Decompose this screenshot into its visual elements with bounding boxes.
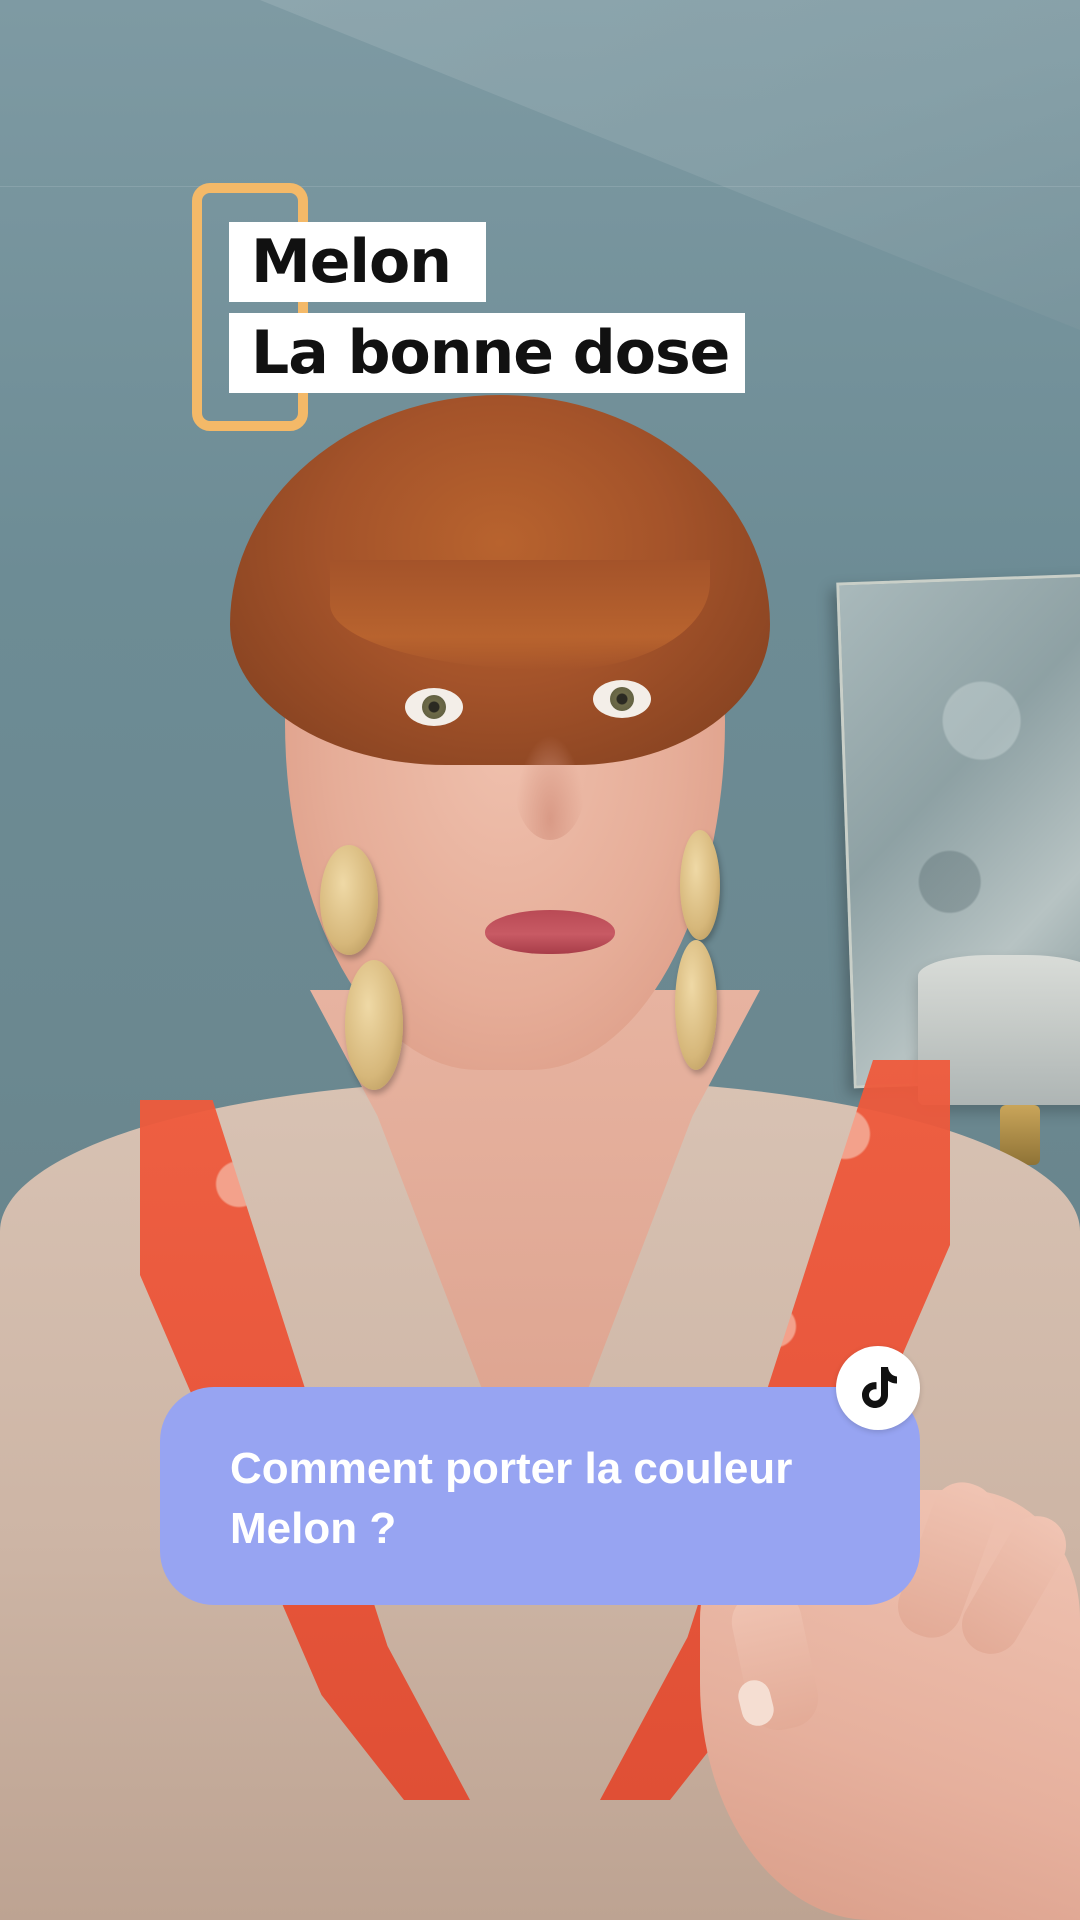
earring-right-top [680,830,720,940]
tiktok-icon [862,1367,897,1408]
nose [515,735,585,840]
safe-area-guide-top [0,186,1080,187]
ceiling [0,0,1080,330]
earring-right-bottom [675,940,717,1070]
title-line-2: La bonne dose [229,313,745,393]
earring-left-bottom [345,960,403,1090]
question-bubble[interactable]: Comment porter la couleur Melon ? [160,1387,920,1605]
left-eye [405,688,463,726]
mouth [485,910,615,954]
question-text-line-2: Melon ? [230,1504,397,1553]
question-text-line-1: Comment porter la couleur [230,1444,793,1493]
earring-left-top [320,845,378,955]
right-eye [593,680,651,718]
tiktok-badge[interactable] [836,1346,920,1430]
title-bracket [192,183,308,431]
video-frame[interactable]: Melon La bonne dose Comment porter la co… [0,0,1080,1920]
title-line-1: Melon [229,222,486,302]
